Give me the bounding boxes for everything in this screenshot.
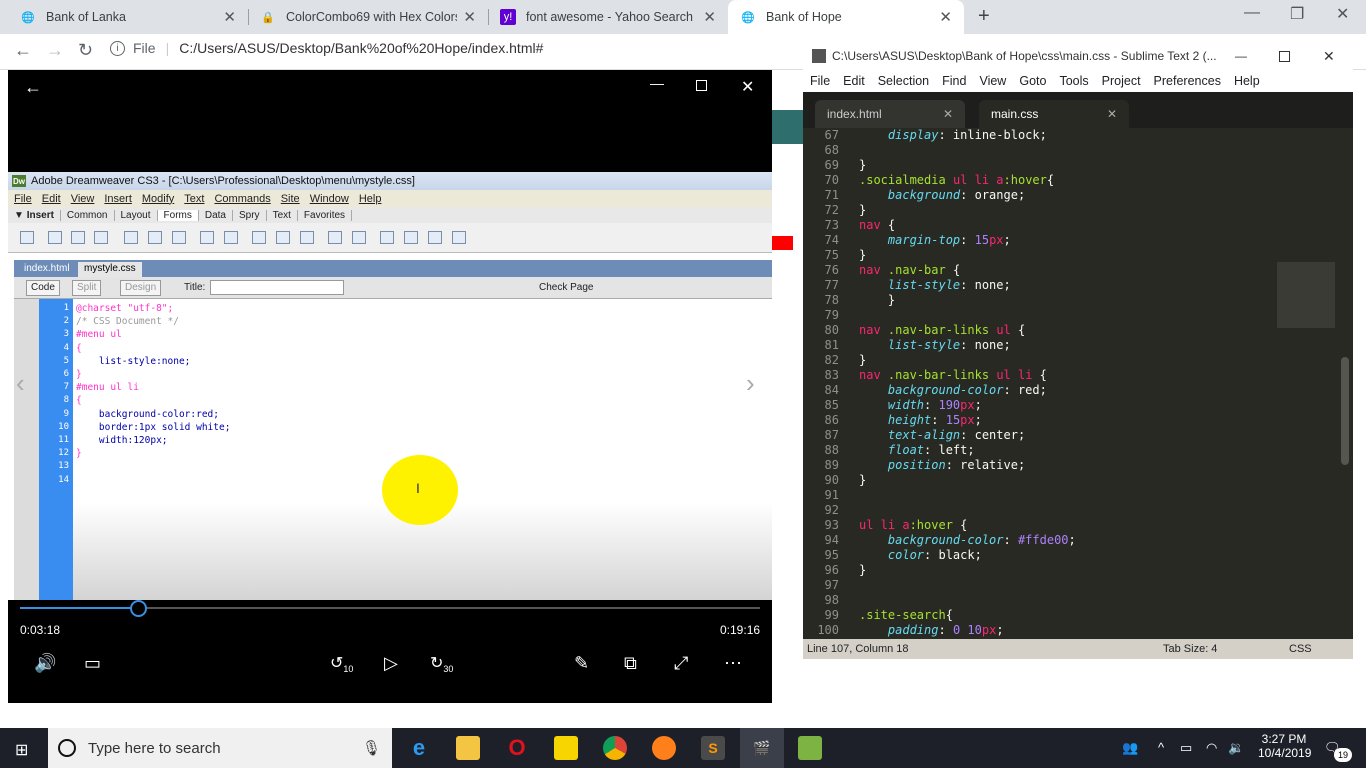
fullscreen-icon[interactable]: ⤢ [674,653,688,674]
chevron-up-icon[interactable]: ^ [1158,740,1164,755]
chevron-right-icon[interactable]: › [746,368,755,399]
back-arrow-icon[interactable]: ← [24,77,42,98]
close-tab-icon[interactable]: ✕ [1107,107,1117,121]
globe-icon: 🌐 [741,11,755,24]
notification-badge: 19 [1334,748,1352,762]
video-frame: Dw Adobe Dreamweaver CS3 - [C:\Users\Pro… [8,172,772,602]
reload-icon[interactable]: ↻ [78,40,93,61]
dreamweaver-menubar: File Edit View Insert Modify Text Comman… [8,190,772,207]
close-tab-icon[interactable]: ✕ [223,8,236,26]
windows-start-icon[interactable]: ⊞ [15,740,28,760]
tab-main-css[interactable]: main.css ✕ [979,100,1129,128]
dreamweaver-file-tabs: index.html mystyle.css [14,260,772,277]
subtitles-icon[interactable]: ▭ [84,653,101,674]
elapsed-time: 0:03:18 [20,623,61,637]
dreamweaver-insert-bar: ▼ Insert Common Layout Forms Data Spry T… [8,207,772,223]
people-icon[interactable]: 👥 [1122,740,1138,756]
address-bar[interactable]: i File | C:/Users/ASUS/Desktop/Bank%20of… [110,40,543,56]
close-tab-icon[interactable]: ✕ [463,8,476,26]
forward-arrow-icon[interactable]: → [46,40,64,61]
dreamweaver-logo-icon: Dw [12,175,26,187]
mini-view-icon[interactable]: ⧉ [624,653,637,674]
browser-tab[interactable]: 🔒 ColorCombo69 with Hex Colors # ✕ [248,0,488,34]
cursor-highlight [382,455,458,525]
sublime-editor[interactable]: 67 display: inline-block; 68 69} 70 .soci… [803,128,1277,638]
new-tab-button[interactable]: + [978,5,990,28]
sticky-notes-icon[interactable] [554,736,578,760]
tab-index-html[interactable]: index.html ✕ [815,100,965,128]
chevron-left-icon[interactable]: ‹ [16,368,25,399]
maximize-icon[interactable] [696,80,707,91]
sublime-logo-icon [812,49,826,63]
opera-icon[interactable]: O [505,735,529,760]
sublime-text-icon[interactable]: S [701,736,725,760]
taskbar-search-box[interactable]: Type here to search 🎙 [48,728,392,768]
seek-progress [20,607,139,609]
movies-tv-icon[interactable]: 🎬 [740,728,784,768]
speaker-icon[interactable]: 🔉 [1228,740,1244,756]
minimize-icon[interactable]: — [1235,49,1247,63]
firefox-icon[interactable] [652,736,676,760]
text-cursor-icon: I [416,480,420,496]
file-explorer-icon[interactable] [456,736,480,760]
colorcombo-favicon-icon: 🔒 [261,11,275,24]
battery-icon[interactable]: ▭ [1180,740,1192,756]
microphone-icon[interactable]: 🎙 [362,739,381,757]
skip-forward-button[interactable]: ↻30 [430,653,453,674]
browser-tab-active[interactable]: 🌐 Bank of Hope ✕ [728,0,964,34]
edge-icon[interactable]: e [407,735,431,760]
info-icon: i [110,40,125,56]
close-icon[interactable]: ✕ [1323,48,1335,65]
task-manager-icon[interactable] [798,736,822,760]
dreamweaver-titlebar: Dw Adobe Dreamweaver CS3 - [C:\Users\Pro… [8,172,772,190]
page-red-element [772,236,793,250]
sublime-window: C:\Users\ASUS\Desktop\Bank of Hope\css\m… [803,42,1353,659]
more-icon[interactable]: ⋯ [724,653,742,674]
dreamweaver-code: @charset "utf-8"; /* CSS Document */ #me… [76,303,231,460]
close-window-icon[interactable]: ✕ [1336,4,1349,24]
sublime-titlebar: C:\Users\ASUS\Desktop\Bank of Hope\css\m… [803,42,1353,70]
globe-icon: 🌐 [21,11,35,24]
search-circle-icon [58,739,76,757]
yahoo-icon: y! [500,9,516,25]
play-icon[interactable]: ▷ [384,653,398,674]
seek-handle[interactable] [130,600,148,617]
scrollbar[interactable] [1341,357,1349,465]
clock[interactable]: 3:27 PM 10/4/2019 [1258,732,1311,760]
browser-tab[interactable]: y! font awesome - Yahoo Search Re ✕ [488,0,728,34]
pencil-icon[interactable]: ✎ [574,653,589,674]
volume-icon[interactable]: 🔊 [34,653,56,674]
browser-tab-strip: 🌐 Bank of Lanka ✕ 🔒 ColorCombo69 with He… [0,0,1366,34]
skip-back-button[interactable]: ↺10 [330,653,353,674]
dreamweaver-form-icons [8,223,772,253]
total-duration: 0:19:16 [720,623,761,637]
close-tab-icon[interactable]: ✕ [703,8,716,26]
back-arrow-icon[interactable]: ← [14,40,32,61]
player-controls: 0:03:18 0:19:16 🔊 ▭ ↺10 ▷ ↻30 ✎ ⧉ ⤢ ⋯ [8,600,772,703]
sublime-minimap[interactable] [1277,128,1337,638]
dreamweaver-coding-toolbar [14,299,39,602]
url-text: C:/Users/ASUS/Desktop/Bank%20of%20Hope/i… [179,40,544,56]
close-icon[interactable]: ✕ [741,77,754,97]
browser-tab[interactable]: 🌐 Bank of Lanka ✕ [8,0,248,34]
minimize-icon[interactable]: — [1244,4,1260,22]
restore-icon[interactable]: ❐ [1290,4,1304,24]
close-tab-icon[interactable]: ✕ [939,8,952,26]
maximize-icon[interactable] [1279,51,1290,62]
dreamweaver-line-numbers: 1 2 3 4 5 6 7 8 9 10 11 12 13 14 [39,299,73,602]
sublime-statusbar: Line 107, Column 18 Tab Size: 4 CSS [803,639,1353,659]
sublime-menubar: File Edit Selection Find View Goto Tools… [803,70,1353,92]
dreamweaver-view-toolbar: Code Split Design Title: Check Page [14,277,772,299]
chrome-icon[interactable] [603,736,627,760]
title-input[interactable] [210,280,344,295]
sublime-tabbar: index.html ✕ main.css ✕ [803,92,1353,128]
close-tab-icon[interactable]: ✕ [943,107,953,121]
wifi-icon[interactable]: ◠ [1206,740,1217,756]
minimize-icon[interactable]: — [650,75,664,91]
